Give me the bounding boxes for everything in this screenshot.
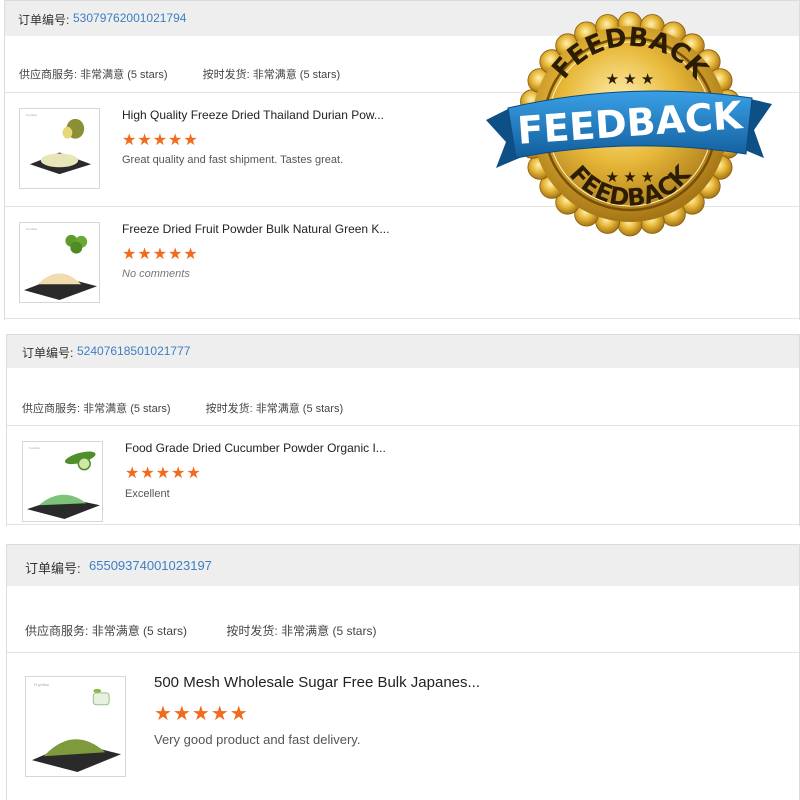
cucumber-powder-image: Fuyhitan <box>26 446 101 520</box>
product-star-rating: ★★★★★ <box>125 465 202 482</box>
shipping-stars: (5 stars) <box>332 624 377 638</box>
svg-text:Fuyhitan: Fuyhitan <box>29 446 41 450</box>
shipping-stars: (5 stars) <box>299 69 341 81</box>
matcha-powder-image: Fuyhitan <box>31 682 122 773</box>
product-review-row: Fuyhitan 500 Mesh Wholesale Sugar Free B… <box>7 652 799 800</box>
order-header: 订单编号: 52407618501021777 <box>7 334 799 368</box>
shipping-label: 按时发货: <box>226 624 278 638</box>
product-thumbnail[interactable]: Fuyhitan <box>19 108 100 189</box>
review-comment: No comments <box>122 268 190 280</box>
shipping-value: 非常满意 <box>252 69 297 81</box>
supplier-service-label: 供应商服务: <box>22 403 81 415</box>
product-star-rating: ★★★★★ <box>122 246 199 263</box>
supplier-service-stars: (5 stars) <box>130 403 171 415</box>
product-title-link[interactable]: Food Grade Dried Cucumber Powder Organic… <box>125 441 386 455</box>
shipping-stars: (5 stars) <box>302 403 344 415</box>
shipping-label: 按时发货: <box>205 403 253 415</box>
durian-powder-image: Fuyhitan <box>26 113 92 175</box>
supplier-service-value: 非常满意 <box>80 69 125 81</box>
product-title-link[interactable]: Freeze Dried Fruit Powder Bulk Natural G… <box>122 222 389 236</box>
shipping-label: 按时发货: <box>202 69 250 81</box>
order-ratings: 供应商服务: 非常满意 (5 stars) 按时发货: 非常满意 (5 star… <box>19 66 340 82</box>
supplier-service-label: 供应商服务: <box>19 69 78 81</box>
product-star-rating: ★★★★★ <box>122 132 199 149</box>
product-thumbnail[interactable]: Fuyhitan <box>19 222 100 303</box>
order-card: 订单编号: 65509374001023197 供应商服务: 非常满意 (5 s… <box>6 544 800 800</box>
svg-text:Fuyhitan: Fuyhitan <box>26 227 38 231</box>
order-number-label: 订单编号: <box>22 346 74 360</box>
badge-top-stars: ★ ★ ★ <box>606 71 655 88</box>
product-star-rating: ★★★★★ <box>154 703 249 725</box>
order-number-label: 订单编号: <box>18 13 70 27</box>
supplier-service-stars: (5 stars) <box>127 69 168 81</box>
order-number-link[interactable]: 52407618501021777 <box>77 344 190 358</box>
shipping-value: 非常满意 <box>255 403 300 415</box>
kiwi-powder-image: Fuyhitan <box>23 227 98 301</box>
order-number-link[interactable]: 53079762001021794 <box>73 11 186 25</box>
feedback-badge: FEEDBACK ★ ★ ★ ★ ★ ★ FEEDBACK FEEDBACK <box>484 8 774 240</box>
supplier-service-value: 非常满意 <box>91 624 140 638</box>
order-card: 订单编号: 52407618501021777 供应商服务: 非常满意 (5 s… <box>6 334 800 526</box>
order-ratings: 供应商服务: 非常满意 (5 stars) 按时发货: 非常满意 (5 star… <box>22 400 343 416</box>
product-title-link[interactable]: High Quality Freeze Dried Thailand Duria… <box>122 108 384 122</box>
supplier-service-value: 非常满意 <box>83 403 128 415</box>
divider <box>5 318 799 319</box>
product-thumbnail[interactable]: Fuyhitan <box>22 441 103 522</box>
divider <box>7 524 799 525</box>
review-comment: Very good product and fast delivery. <box>154 732 361 747</box>
order-number-link[interactable]: 65509374001023197 <box>89 558 212 573</box>
review-comment: Great quality and fast shipment. Tastes … <box>122 154 344 166</box>
product-thumbnail[interactable]: Fuyhitan <box>25 676 126 777</box>
svg-text:Fuyhitan: Fuyhitan <box>26 113 38 117</box>
order-ratings: 供应商服务: 非常满意 (5 stars) 按时发货: 非常满意 (5 star… <box>25 622 376 639</box>
product-review-row: Fuyhitan Food Grade Dried Cucumber Powde… <box>7 425 799 525</box>
supplier-service-stars: (5 stars) <box>143 624 188 638</box>
product-title-link[interactable]: 500 Mesh Wholesale Sugar Free Bulk Japan… <box>154 674 480 691</box>
review-comment: Excellent <box>125 488 170 500</box>
order-number-label: 订单编号: <box>25 561 81 576</box>
shipping-value: 非常满意 <box>281 624 330 638</box>
order-header: 订单编号: 65509374001023197 <box>7 544 799 586</box>
feedback-seal-icon: FEEDBACK ★ ★ ★ ★ ★ ★ FEEDBACK FEEDBACK <box>486 11 772 237</box>
supplier-service-label: 供应商服务: <box>25 624 89 638</box>
svg-text:Fuyhitan: Fuyhitan <box>34 682 49 687</box>
